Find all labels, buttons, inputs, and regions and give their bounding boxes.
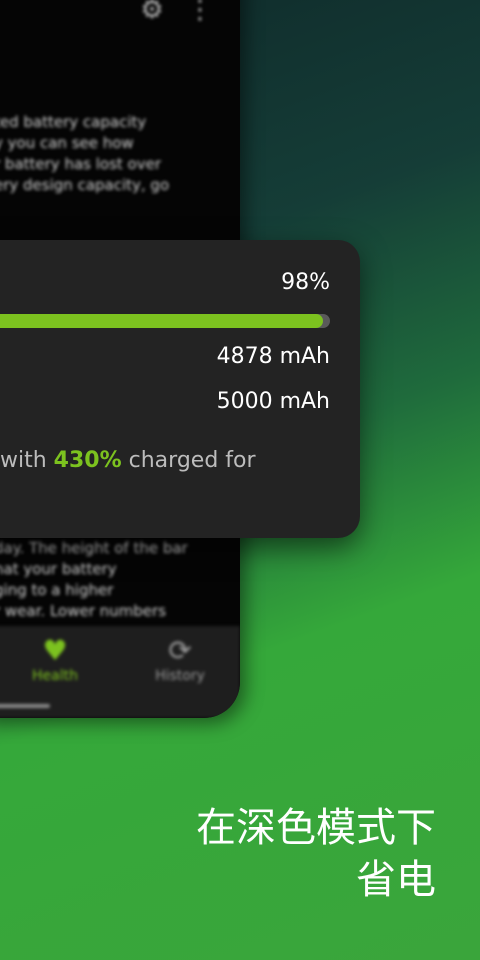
nav-health-label: Health: [32, 668, 78, 684]
promo-caption-line1: 在深色模式下: [196, 805, 436, 851]
charged-suffix: charged for: [121, 448, 256, 473]
health-progress-bar: [0, 314, 330, 328]
settings-icon[interactable]: ⚙: [138, 0, 166, 24]
nav-item-health[interactable]: ♥ Health: [10, 634, 100, 684]
design-capacity: 5000 mAh: [216, 389, 330, 414]
battery-health-description: ted battery capacity y you can see how r…: [0, 113, 170, 194]
gesture-home-bar[interactable]: [0, 704, 50, 708]
nav-history-label: History: [155, 668, 205, 684]
health-percent: 98%: [281, 270, 330, 295]
promo-caption: 在深色模式下 省电: [196, 802, 436, 906]
battery-health-card: 98% 4878 mAh 5000 mAh with 430% charged …: [0, 240, 360, 538]
nav-item-history[interactable]: ⟳ History: [135, 634, 225, 684]
health-progress-fill: [0, 314, 323, 328]
current-capacity: 4878 mAh: [216, 344, 330, 369]
promo-caption-line2: 省电: [356, 857, 436, 903]
more-vert-icon[interactable]: ⋮: [186, 0, 214, 24]
bottom-navigation: ♥ Health ⟳ History: [0, 626, 240, 718]
screenshot-canvas: ⚙ ⋮ ted battery capacity y you can see h…: [0, 0, 480, 960]
charged-prefix: with: [0, 448, 54, 473]
history-icon: ⟳: [168, 634, 192, 667]
heart-icon: ♥: [42, 634, 68, 667]
charged-value: 430%: [53, 448, 122, 473]
history-chart-description: day. The height of the bar hat your batt…: [0, 539, 188, 620]
charged-summary: with 430% charged for: [0, 448, 256, 473]
